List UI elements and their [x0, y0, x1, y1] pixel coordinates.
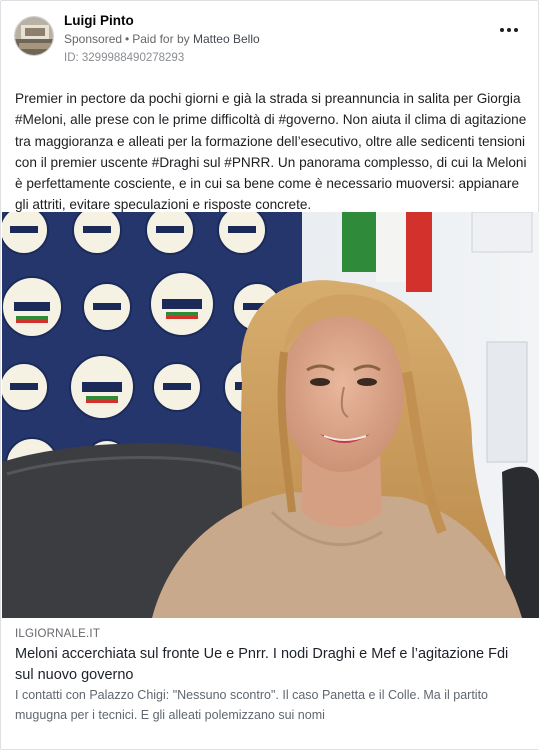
post-body-text: Premier in pectore da pochi giorni e già…: [15, 91, 527, 213]
sponsored-line: Sponsored • Paid for by Matteo Bello: [64, 32, 260, 46]
author-avatar[interactable]: [14, 16, 54, 56]
link-domain: ILGIORNALE.IT: [15, 628, 101, 640]
paid-for-prefix: Paid for by: [132, 32, 190, 46]
more-dots-icon[interactable]: [500, 26, 518, 34]
link-preview[interactable]: ILGIORNALE.IT Meloni accerchiata sul fro…: [1, 618, 539, 749]
payer-name: Matteo Bello: [192, 32, 260, 46]
link-description: I contatti con Palazzo Chigi: "Nessuno s…: [15, 688, 488, 722]
post-header: Luigi Pinto Sponsored • Paid for by Matteo…: [1, 1, 539, 79]
separator-dot: •: [125, 32, 130, 46]
sponsored-post: Luigi Pinto Sponsored • Paid for by Matteo…: [0, 0, 539, 750]
sponsored-label[interactable]: Sponsored: [64, 32, 122, 46]
link-headline[interactable]: Meloni accerchiata sul fronte Ue e Pnrr.…: [15, 644, 525, 686]
post-image[interactable]: [2, 212, 539, 618]
author-name[interactable]: Luigi Pinto: [64, 13, 134, 28]
ad-id: ID: 3299988490278293: [64, 52, 185, 64]
